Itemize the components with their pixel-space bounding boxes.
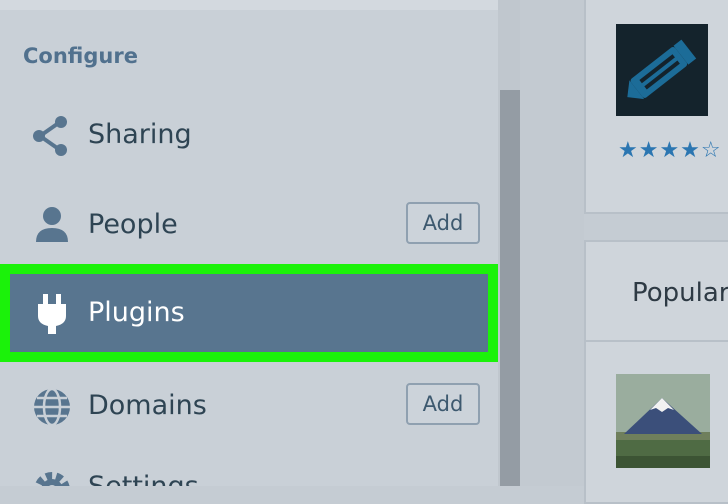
sidebar-item-people[interactable]: People Add <box>0 188 498 262</box>
sidebar-item-domains[interactable]: Domains Add <box>0 369 498 443</box>
popular-card: Popular <box>584 240 728 504</box>
popular-heading: Popular <box>632 278 728 308</box>
plug-icon <box>30 294 74 334</box>
plugin-card[interactable]: ★★★★☆ <box>584 0 728 214</box>
sidebar-item-plugins[interactable]: Plugins <box>0 264 498 362</box>
rating-stars: ★★★★☆ <box>618 138 722 163</box>
sidebar-item-label: Sharing <box>88 119 192 150</box>
sidebar-item-label: Plugins <box>88 297 185 328</box>
plugin-thumbnail[interactable] <box>616 374 710 468</box>
sidebar-item-sharing[interactable]: Sharing <box>0 98 498 172</box>
globe-icon <box>30 387 74 427</box>
share-icon <box>30 116 74 156</box>
divider <box>586 340 728 342</box>
scrollbar-thumb[interactable] <box>500 90 520 486</box>
sidebar-top-strip <box>0 0 498 10</box>
person-icon <box>30 206 74 246</box>
sidebar-item-settings[interactable]: Settings <box>0 450 498 486</box>
add-people-button[interactable]: Add <box>406 202 480 244</box>
plugin-thumbnail <box>616 24 708 116</box>
content-gutter <box>520 0 584 486</box>
gear-icon <box>30 468 74 486</box>
sidebar-item-label: Settings <box>88 450 199 486</box>
add-domain-button[interactable]: Add <box>406 383 480 425</box>
section-title: Configure <box>23 44 138 68</box>
sidebar: Configure Sharing People Add Plugins Dom… <box>0 0 498 486</box>
sidebar-item-label: People <box>88 209 178 240</box>
sidebar-item-label: Domains <box>88 390 207 421</box>
